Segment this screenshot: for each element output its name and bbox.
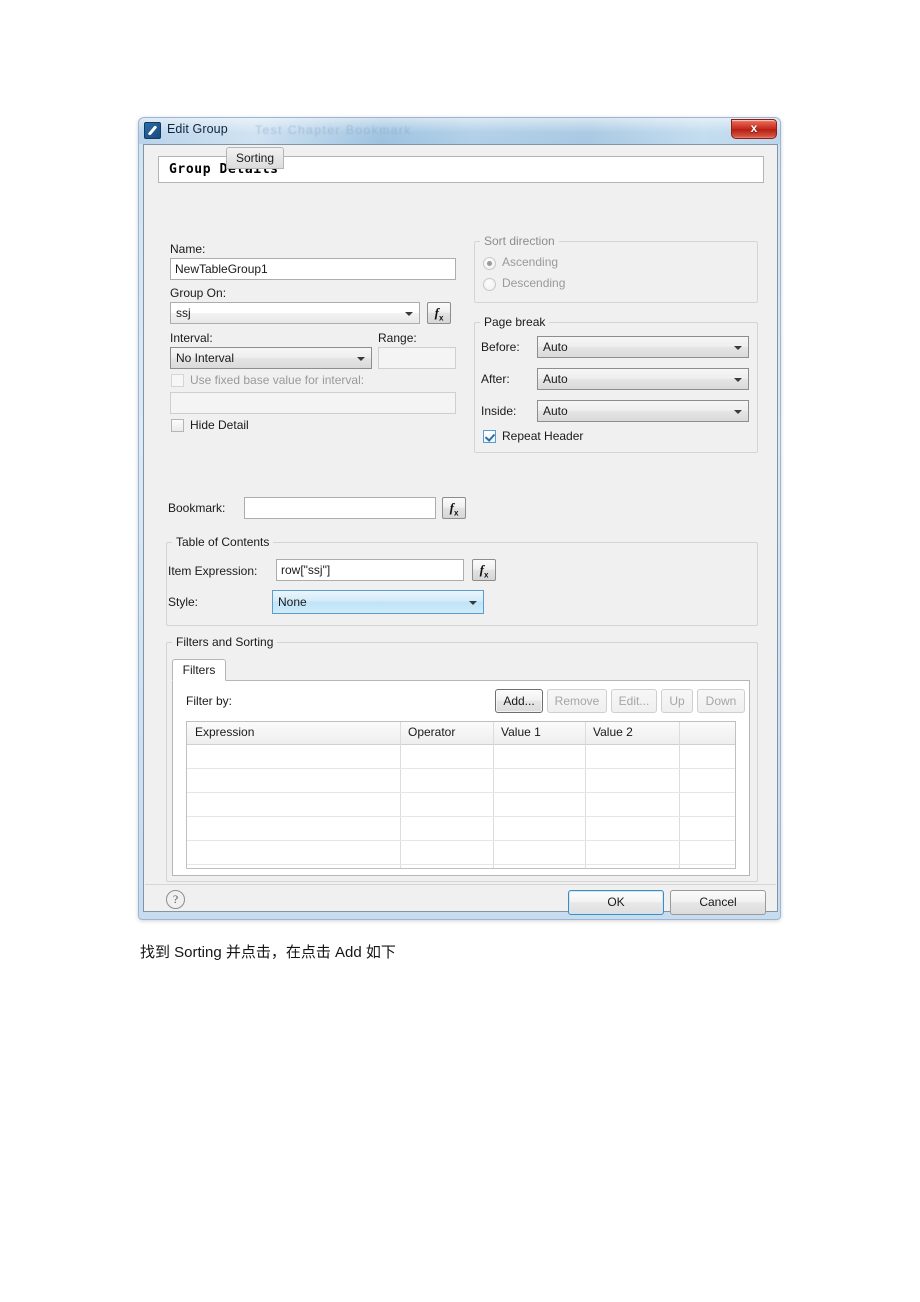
column-header-value1: Value 1 bbox=[501, 725, 541, 739]
chevron-down-icon bbox=[357, 357, 365, 361]
page-break-inside-label: Inside: bbox=[481, 404, 517, 418]
chevron-down-icon bbox=[734, 410, 742, 414]
radio-ascending[interactable] bbox=[483, 257, 496, 270]
page-break-before-label: Before: bbox=[481, 340, 520, 354]
radio-descending-label: Descending bbox=[502, 276, 566, 290]
dialog-client-area: Group Details Name: NewTableGroup1 Group… bbox=[143, 144, 778, 915]
style-value: None bbox=[278, 595, 307, 609]
edit-group-dialog: Edit Group Test Chapter Bookmark x Group… bbox=[138, 117, 781, 920]
page-break-after-label: After: bbox=[481, 372, 510, 386]
page-break-inside-value: Auto bbox=[543, 404, 568, 418]
table-row[interactable] bbox=[187, 816, 735, 817]
item-expression-label: Item Expression: bbox=[168, 564, 258, 578]
table-row[interactable] bbox=[187, 864, 735, 865]
page-break-before-value: Auto bbox=[543, 340, 568, 354]
group-on-combo[interactable]: ssj bbox=[170, 302, 420, 324]
table-column-divider bbox=[679, 722, 680, 868]
item-expression-input[interactable]: row["ssj"] bbox=[276, 559, 464, 581]
table-row[interactable] bbox=[187, 792, 735, 793]
group-on-expression-button[interactable]: fx bbox=[427, 302, 451, 324]
hide-detail-label: Hide Detail bbox=[190, 418, 249, 432]
help-glyph: ? bbox=[172, 892, 179, 906]
filter-table[interactable]: Expression Operator Value 1 Value 2 bbox=[186, 721, 736, 869]
table-column-divider bbox=[400, 722, 401, 868]
chevron-down-icon bbox=[734, 346, 742, 350]
footer-divider bbox=[145, 884, 776, 885]
bookmark-label: Bookmark: bbox=[168, 501, 226, 515]
bookmark-input[interactable] bbox=[244, 497, 436, 519]
item-expression-button[interactable]: fx bbox=[472, 559, 496, 581]
repeat-header-checkbox[interactable] bbox=[483, 430, 496, 443]
app-icon bbox=[144, 122, 161, 139]
chevron-down-icon bbox=[405, 312, 413, 316]
chevron-down-icon bbox=[734, 378, 742, 382]
page-root: Edit Group Test Chapter Bookmark x Group… bbox=[0, 0, 920, 1302]
column-header-expression: Expression bbox=[195, 725, 255, 739]
table-column-divider bbox=[585, 722, 586, 868]
page-break-title: Page break bbox=[480, 315, 550, 329]
background-window-ghost-title: Test Chapter Bookmark bbox=[255, 123, 412, 137]
interval-value: No Interval bbox=[176, 351, 235, 365]
tab-filters[interactable]: Filters bbox=[172, 659, 226, 681]
sort-direction-group bbox=[474, 241, 758, 303]
name-label: Name: bbox=[170, 242, 206, 256]
table-row[interactable] bbox=[187, 840, 735, 841]
name-input[interactable]: NewTableGroup1 bbox=[170, 258, 456, 280]
page-break-after-combo[interactable]: Auto bbox=[537, 368, 749, 390]
column-header-operator: Operator bbox=[408, 725, 456, 739]
group-on-value: ssj bbox=[176, 306, 191, 320]
close-button[interactable]: x bbox=[731, 119, 777, 139]
help-icon[interactable]: ? bbox=[166, 890, 185, 909]
dialog-title: Edit Group bbox=[167, 122, 228, 136]
ok-button[interactable]: OK bbox=[568, 890, 664, 915]
table-of-contents-title: Table of Contents bbox=[172, 535, 274, 549]
style-label: Style: bbox=[168, 595, 199, 609]
filter-add-button[interactable]: Add... bbox=[495, 689, 543, 713]
page-break-before-combo[interactable]: Auto bbox=[537, 336, 749, 358]
filter-remove-button[interactable]: Remove bbox=[547, 689, 607, 713]
page-break-inside-combo[interactable]: Auto bbox=[537, 400, 749, 422]
bookmark-expression-button[interactable]: fx bbox=[442, 497, 466, 519]
chevron-down-icon bbox=[469, 601, 477, 605]
filter-down-button[interactable]: Down bbox=[697, 689, 745, 713]
close-icon: x bbox=[750, 121, 758, 135]
tab-sorting[interactable]: Sorting bbox=[226, 147, 284, 169]
sort-direction-title: Sort direction bbox=[480, 234, 559, 248]
filter-table-header: Expression Operator Value 1 Value 2 bbox=[187, 722, 735, 745]
hide-detail-checkbox[interactable] bbox=[171, 419, 184, 432]
table-row[interactable] bbox=[187, 768, 735, 769]
table-column-divider bbox=[493, 722, 494, 868]
radio-ascending-label: Ascending bbox=[502, 255, 559, 269]
radio-descending[interactable] bbox=[483, 278, 496, 291]
fx-icon: fx bbox=[479, 562, 489, 580]
use-fixed-base-label: Use fixed base value for interval: bbox=[190, 373, 365, 387]
fx-icon: fx bbox=[434, 305, 444, 323]
page-caption: 找到 Sorting 并点击，在点击 Add 如下 bbox=[140, 944, 396, 961]
page-break-after-value: Auto bbox=[543, 372, 568, 386]
range-input[interactable] bbox=[378, 347, 456, 369]
style-combo[interactable]: None bbox=[272, 590, 484, 614]
fx-icon: fx bbox=[449, 500, 459, 518]
dialog-titlebar[interactable]: Edit Group Test Chapter Bookmark x bbox=[139, 118, 780, 144]
interval-label: Interval: bbox=[170, 331, 213, 345]
filter-up-button[interactable]: Up bbox=[661, 689, 693, 713]
cancel-button[interactable]: Cancel bbox=[670, 890, 766, 915]
filters-and-sorting-title: Filters and Sorting bbox=[172, 635, 278, 649]
interval-combo[interactable]: No Interval bbox=[170, 347, 372, 369]
range-label: Range: bbox=[378, 331, 417, 345]
filter-edit-button[interactable]: Edit... bbox=[611, 689, 657, 713]
column-header-value2: Value 2 bbox=[593, 725, 633, 739]
fixed-base-value-input[interactable] bbox=[170, 392, 456, 414]
filter-by-label: Filter by: bbox=[186, 694, 233, 708]
group-on-label: Group On: bbox=[170, 286, 227, 300]
use-fixed-base-checkbox[interactable] bbox=[171, 374, 184, 387]
repeat-header-label: Repeat Header bbox=[502, 429, 584, 443]
